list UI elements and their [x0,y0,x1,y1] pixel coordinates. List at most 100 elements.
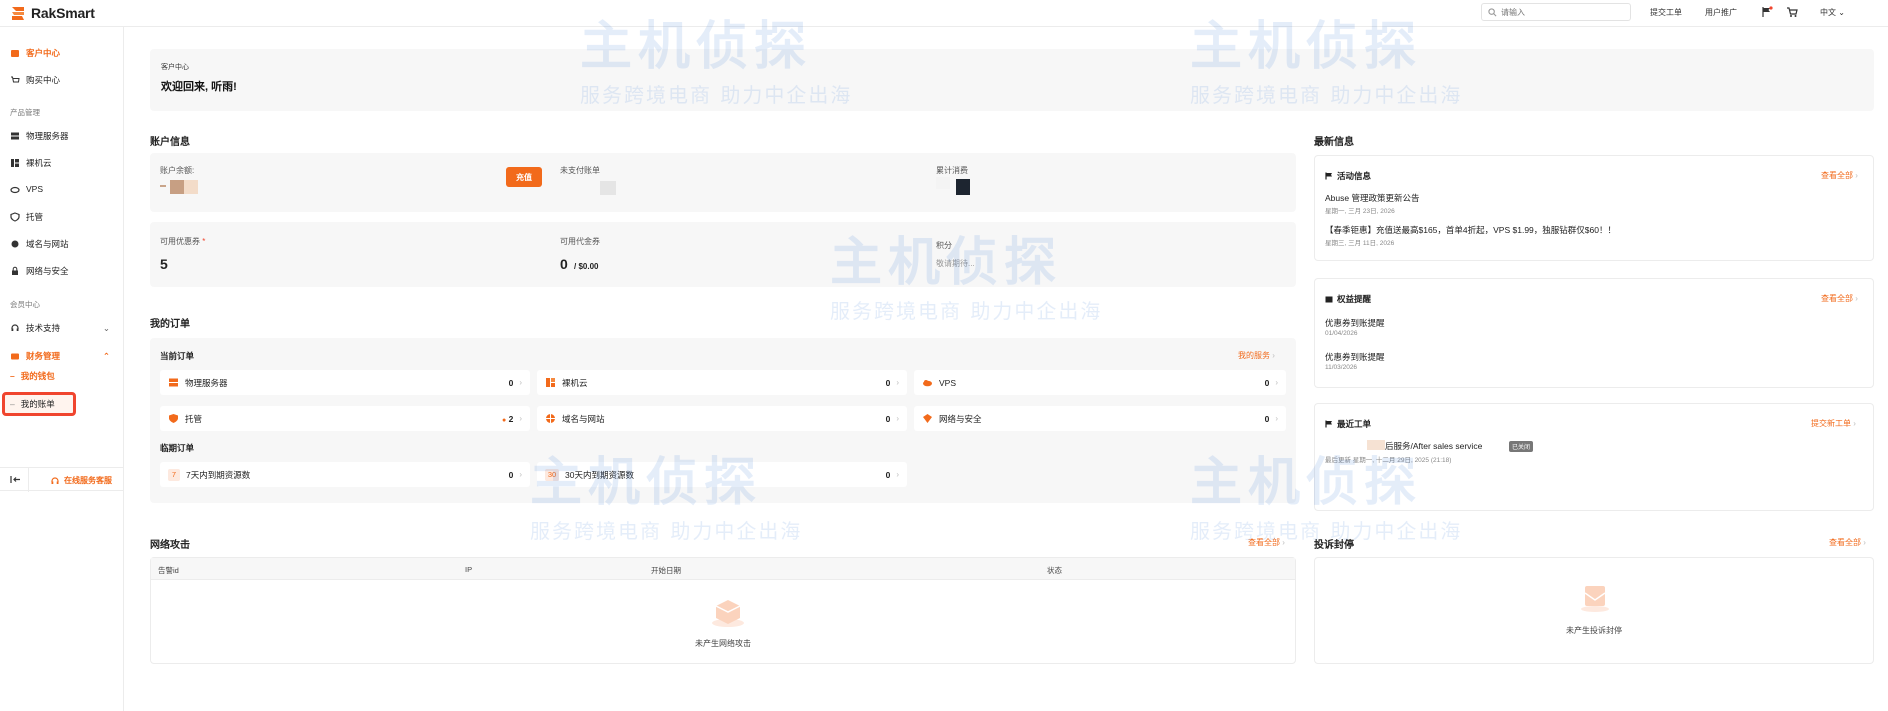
logo-text: RakSmart [31,5,95,21]
sidebar-item-label: 网络与安全 [26,266,69,276]
expiry-badge: 7 [168,468,180,481]
chevron-right-icon: › [896,414,899,423]
order-row-vps[interactable]: VPS 0 › [914,370,1286,395]
user-promo-link[interactable]: 用户推广 [1705,7,1737,18]
online-support-button[interactable]: 在线服务客服 [50,475,112,486]
globe-icon [546,414,555,423]
activity-title: 活动信息 [1325,170,1371,182]
chevron-right-icon: › [519,378,522,387]
sidebar-item-purchase-center[interactable]: 购买中心 [10,74,60,86]
voucher-amount: / $0.00 [574,262,599,271]
sidebar-item-bare-metal[interactable]: 裸机云 [10,157,52,169]
sidebar-item-my-wallet[interactable]: – 我的钱包 [10,370,55,382]
ticket-item-meta: 最后更新 星期一, 十二月 29日, 2025 (21:18) [1325,457,1452,464]
activity-item-title[interactable]: Abuse 管理政策更新公告 [1325,192,1419,204]
points-label: 积分 [936,241,952,250]
chevron-right-icon: › [896,470,899,479]
view-all-label: 查看全部 [1248,538,1280,547]
activity-item-title[interactable]: 【春季钜惠】充值送最高$165，首单4折起，VPS $1.99，独服钻群仅$60… [1325,224,1616,236]
order-label: 网络与安全 [939,413,982,424]
submit-ticket-link[interactable]: 提交工单 [1650,7,1682,18]
chevron-right-icon: › [896,378,899,387]
order-label: 托管 [185,413,203,424]
complaints-view-all-link[interactable]: 查看全部 › [1829,537,1866,548]
sidebar-item-tech-support[interactable]: 技术支持 ⌄ [10,322,110,334]
grid-icon [10,158,20,168]
order-row-network-security[interactable]: 网络与安全 0 › [914,406,1286,431]
order-row-domain[interactable]: 域名与网站 0 › [537,406,907,431]
order-count: ● 2 [502,414,513,424]
language-selector[interactable]: 中文 ⌄ [1820,7,1845,18]
lock-icon [10,266,20,276]
sidebar-item-network-security[interactable]: 网络与安全 [10,265,69,277]
column-header: IP [465,565,473,574]
attacks-view-all-link[interactable]: 查看全部 › [1248,537,1285,548]
sidebar-item-physical-server[interactable]: 物理服务器 [10,130,69,142]
attacks-table: 告警id IP 开始日期 状态 未产生网络攻击 [150,557,1296,664]
sidebar-item-domain[interactable]: 域名与网站 [10,238,69,250]
table-header [151,558,1295,580]
order-count: 0 [1264,413,1270,424]
gift-icon [1325,296,1333,303]
expiring-row-30-days[interactable]: 30 30天内到期资源数 0 › [537,462,907,487]
sidebar-item-vps[interactable]: VPS [10,184,43,194]
grid-icon [546,378,555,387]
sidebar-item-label: 物理服务器 [26,131,69,141]
sidebar-item-my-bills[interactable]: – 我的账单 [10,398,55,410]
submit-ticket-label: 提交新工单 [1811,419,1851,428]
activity-view-all-link[interactable]: 查看全部 › [1821,170,1858,181]
collapse-sidebar-icon[interactable] [10,474,21,485]
chevron-up-icon: ⌃ [102,350,110,361]
search-input[interactable] [1501,7,1621,17]
benefit-item-date: 11/03/2026 [1325,364,1358,371]
expiring-row-7-days[interactable]: 7 7天内到期资源数 0 › [160,462,530,487]
activity-item-date: 星期一, 三月 23日, 2026 [1325,208,1395,215]
recharge-button[interactable]: 充值 [506,167,542,187]
cloud-icon [10,184,20,194]
submit-new-ticket-link[interactable]: 提交新工单 › [1811,418,1856,429]
search-box[interactable] [1481,3,1631,21]
benefit-item-title[interactable]: 优惠券到账提醒 [1325,317,1385,329]
chevron-down-icon: ⌄ [102,322,110,333]
order-label: 域名与网站 [562,413,605,424]
attacks-empty-text: 未产生网络攻击 [695,639,751,648]
my-services-link[interactable]: 我的服务 › [1238,350,1275,361]
column-header: 开始日期 [651,566,681,575]
server-icon [169,378,178,387]
search-icon [1488,7,1497,16]
sidebar-item-hosting[interactable]: 托管 [10,211,43,223]
activity-card: 活动信息 查看全部 › Abuse 管理政策更新公告 星期一, 三月 23日, … [1314,155,1874,261]
logo[interactable]: RakSmart [9,4,95,22]
benefit-item-title[interactable]: 优惠券到账提醒 [1325,351,1385,363]
order-label: 7天内到期资源数 [186,469,251,480]
order-row-bare-metal[interactable]: 裸机云 0 › [537,370,907,395]
blurred-value [956,179,970,195]
ticket-item-title[interactable]: 后服务/After sales service [1385,440,1482,452]
network-attacks-title: 网络攻击 [150,540,190,551]
benefits-view-all-link[interactable]: 查看全部 › [1821,293,1858,304]
order-count: 0 [1264,377,1270,388]
current-orders-title: 当前订单 [160,351,195,361]
sidebar-item-label: VPS [26,184,44,194]
home-icon [10,48,20,58]
sidebar-item-finance[interactable]: 财务管理 ⌃ [10,350,110,362]
order-row-physical-server[interactable]: 物理服务器 0 › [160,370,530,395]
logo-mark-icon [12,7,24,20]
sidebar-item-label: 域名与网站 [26,239,69,249]
notification-flag-icon[interactable] [1761,6,1773,18]
order-row-hosting[interactable]: 托管 ● 2 › [160,406,530,431]
blurred-value [600,181,616,195]
sidebar-item-label: 我的账单 [20,399,55,409]
benefits-card: 权益提醒 查看全部 › 优惠券到账提醒 01/04/2026 优惠券到账提醒 1… [1314,278,1874,388]
points-value: 敬请期待... [936,259,975,268]
empty-state-icon [712,600,744,627]
top-bar: RakSmart 提交工单 用户推广 中文 ⌄ [0,0,1888,27]
cart-icon[interactable] [1786,6,1798,18]
order-count: 0 [508,377,514,388]
chevron-right-icon: › [1853,419,1856,428]
complaints-card: 未产生投诉封停 [1314,557,1874,664]
sidebar-item-customer-center[interactable]: 客户中心 [10,47,60,59]
blurred-value [160,185,166,187]
sidebar-item-label: 购买中心 [26,75,61,85]
sidebar-item-label: 托管 [26,212,44,222]
